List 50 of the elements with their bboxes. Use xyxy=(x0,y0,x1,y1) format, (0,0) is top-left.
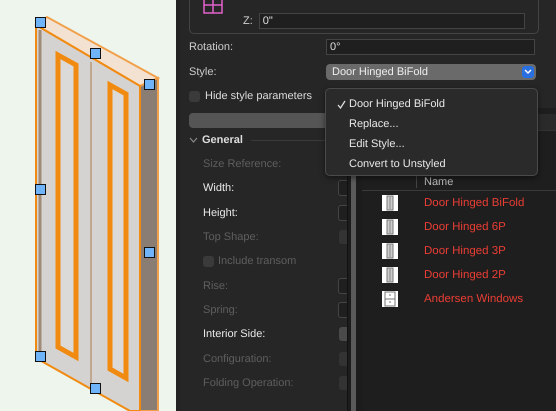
chevron-icon[interactable] xyxy=(189,137,198,143)
input-field[interactable]: 0° xyxy=(326,39,535,55)
dropdown[interactable] xyxy=(339,327,347,342)
field-label: Rotation: xyxy=(189,41,234,53)
section-title: General xyxy=(202,134,243,146)
selection-handle[interactable] xyxy=(35,351,46,362)
resource-name[interactable]: Andersen Windows xyxy=(424,293,524,305)
resource-name[interactable]: Door Hinged 6P xyxy=(424,221,506,233)
door-thumbnail-icon xyxy=(382,243,398,259)
field-label: Z: xyxy=(243,15,253,27)
field-label: Folding Operation: xyxy=(203,376,294,389)
field-label: Rise: xyxy=(203,280,230,292)
chevron-icon xyxy=(522,66,534,78)
field-label: Size Reference: xyxy=(203,158,282,170)
resource-name[interactable]: Door Hinged BiFold xyxy=(424,197,524,209)
dropdown[interactable] xyxy=(339,376,347,390)
selection-handle[interactable] xyxy=(144,247,155,258)
selection-handle[interactable] xyxy=(35,17,46,28)
field-label: Interior Side: xyxy=(203,328,266,340)
checkbox-label: Hide style parameters xyxy=(205,90,312,102)
input-field[interactable] xyxy=(338,278,347,294)
field-label: Spring: xyxy=(203,304,239,316)
door-thumbnail-icon xyxy=(382,219,398,235)
menu-item[interactable]: Door Hinged BiFold xyxy=(326,94,537,114)
input-field[interactable] xyxy=(338,204,347,221)
door-thumbnail-icon xyxy=(382,267,398,283)
field-label: Width: xyxy=(203,182,236,194)
grid-icon xyxy=(203,0,223,14)
field-label: Top Shape: xyxy=(203,231,260,244)
selection-handle[interactable] xyxy=(90,48,101,59)
field-label: Height: xyxy=(203,206,239,219)
menu-item[interactable]: Edit Style... xyxy=(326,134,537,154)
checkbox-label: Include transom xyxy=(218,255,298,268)
dropdown[interactable] xyxy=(339,230,347,244)
resource-name[interactable]: Door Hinged 3P xyxy=(424,245,506,257)
window-thumbnail-icon xyxy=(382,291,398,307)
input-field[interactable]: 0" xyxy=(258,13,525,29)
style-dropdown[interactable]: Door Hinged BiFold xyxy=(326,64,536,80)
field-label: Configuration: xyxy=(203,352,272,365)
field-label: Style: xyxy=(189,66,218,78)
input-field[interactable] xyxy=(338,180,347,196)
selection-handle[interactable] xyxy=(144,79,155,90)
door-thumbnail-icon xyxy=(382,195,398,211)
selection-handle[interactable] xyxy=(35,184,46,195)
input-field[interactable] xyxy=(338,302,347,318)
menu-item[interactable]: Replace... xyxy=(326,114,537,134)
menu-item[interactable]: Convert to Unstyled xyxy=(326,154,537,174)
resource-name[interactable]: Door Hinged 2P xyxy=(424,269,506,281)
selection-handle[interactable] xyxy=(90,383,101,394)
dropdown[interactable] xyxy=(339,352,347,366)
